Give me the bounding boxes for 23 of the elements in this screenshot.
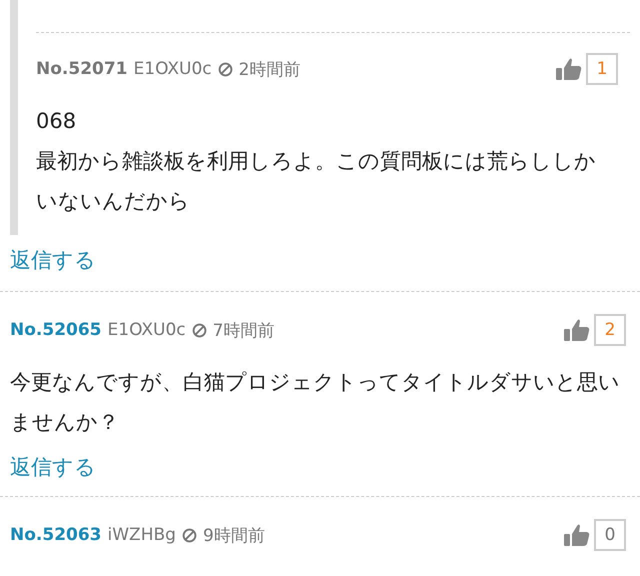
prohibited-icon bbox=[182, 528, 197, 542]
user-id: E1OXU0c bbox=[134, 59, 212, 79]
post-number[interactable]: No.52071 bbox=[36, 59, 128, 79]
prohibited-icon bbox=[218, 62, 233, 76]
post-text: 今更なんですが、白猫プロジェクトってタイトルダサいと思いませんか？ bbox=[10, 369, 621, 436]
thumbs-up-icon[interactable] bbox=[564, 523, 590, 547]
post-text: 068 bbox=[36, 108, 78, 135]
post-text: 最初から雑談板を利用しろよ。この質問板には荒らししかいないんだから bbox=[36, 148, 597, 215]
prohibited-icon bbox=[192, 322, 207, 338]
user-id: E1OXU0c bbox=[108, 320, 186, 340]
thumbs-up-icon[interactable] bbox=[556, 57, 582, 81]
thumbs-up-icon[interactable] bbox=[564, 318, 590, 342]
post-time: 2時間前 bbox=[238, 58, 300, 80]
like-count: 1 bbox=[586, 53, 618, 85]
post-time: 9時間前 bbox=[202, 524, 265, 546]
post-number[interactable]: No.52063 bbox=[10, 525, 102, 545]
like-count: 2 bbox=[594, 314, 626, 346]
user-id: iWZHBg bbox=[108, 525, 176, 545]
reply-link[interactable]: 返信する bbox=[10, 245, 96, 275]
like-count: 0 bbox=[594, 519, 626, 551]
post-number[interactable]: No.52065 bbox=[10, 320, 102, 340]
post-time: 7時間前 bbox=[212, 320, 274, 342]
reply-link[interactable]: 返信する bbox=[10, 452, 96, 482]
